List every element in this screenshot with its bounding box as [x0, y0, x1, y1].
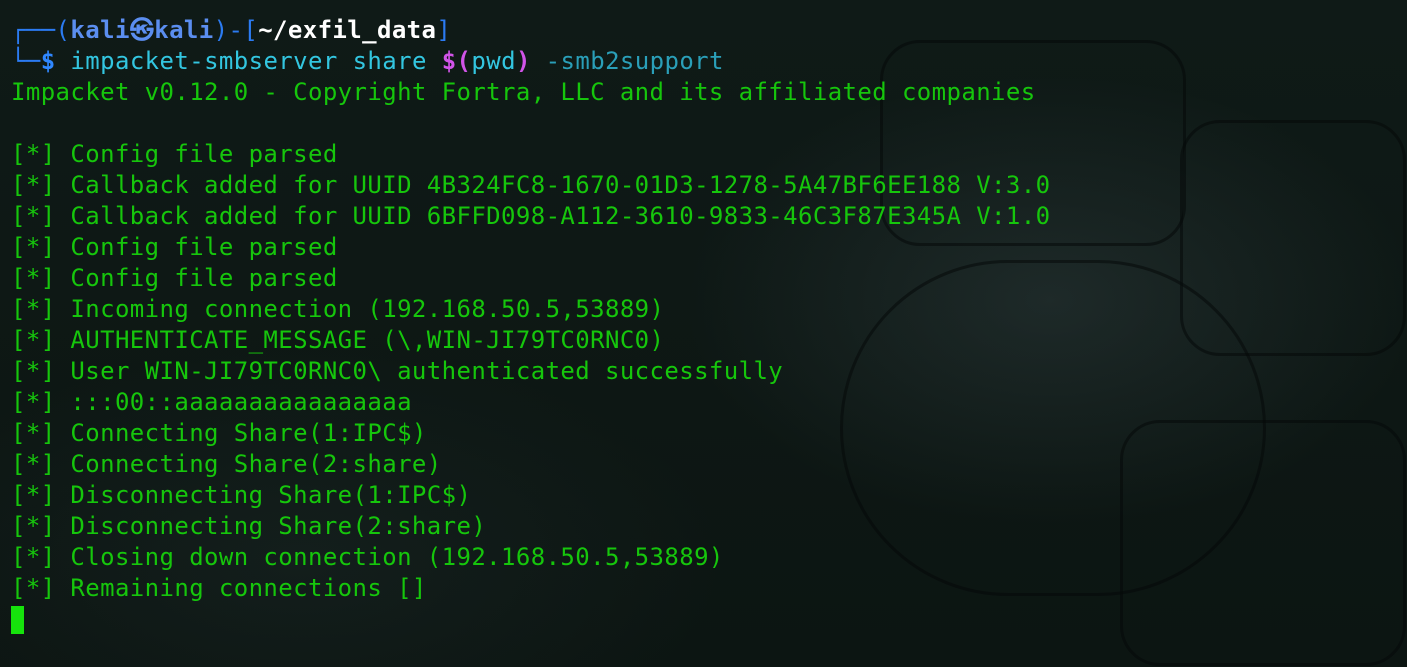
- prompt-bracket-end: ]: [436, 16, 452, 44]
- output-line: [*] Callback added for UUID 4B324FC8-167…: [11, 171, 1051, 199]
- output-line: [*] Incoming connection (192.168.50.5,53…: [11, 295, 665, 323]
- command-subshell-cmd: pwd: [471, 47, 516, 75]
- output-line: [*] AUTHENTICATE_MESSAGE (\,WIN-JI79TC0R…: [11, 326, 665, 354]
- prompt-cwd: ~/exfil_data: [258, 16, 437, 44]
- cursor-line[interactable]: [11, 604, 1401, 635]
- block-cursor-icon: [11, 606, 24, 634]
- command-subshell-close: ): [515, 47, 531, 75]
- prompt-dollar: $: [40, 47, 56, 75]
- prompt-bracket-mid: )-[: [213, 16, 259, 44]
- output-line: [*] Disconnecting Share(2:share): [11, 512, 487, 540]
- command-flag: -smb2support: [545, 47, 724, 75]
- prompt-user: kali: [70, 16, 130, 44]
- output-line: [*] Disconnecting Share(1:IPC$): [11, 481, 472, 509]
- prompt-box-top: ┌──(: [11, 16, 71, 44]
- output-banner: Impacket v0.12.0 - Copyright Fortra, LLC…: [11, 78, 1036, 106]
- output-line: [*] :::00::aaaaaaaaaaaaaaaa: [11, 388, 412, 416]
- command-subshell-open: $(: [441, 47, 472, 75]
- output-line: [*] Connecting Share(1:IPC$): [11, 419, 427, 447]
- output-line: [*] Callback added for UUID 6BFFD098-A11…: [11, 202, 1051, 230]
- output-line: [*] Remaining connections []: [11, 574, 427, 602]
- output-line: [*] Connecting Share(2:share): [11, 450, 442, 478]
- prompt-host: kali: [154, 16, 214, 44]
- output-line: [*] Config file parsed: [11, 233, 338, 261]
- output-blank-line: [11, 108, 1401, 139]
- command-binary: impacket-smbserver: [70, 47, 338, 75]
- command-arg-share: share: [352, 47, 427, 75]
- prompt-at-icon: ㉿: [129, 16, 155, 44]
- output-line: [*] Config file parsed: [11, 140, 338, 168]
- command-line: └─$ impacket-smbserver share $(pwd) -smb…: [11, 46, 1401, 77]
- prompt-box-bottom: └─: [11, 47, 41, 75]
- output-line: [*] Config file parsed: [11, 264, 338, 292]
- output-line: [*] User WIN-JI79TC0RNC0\ authenticated …: [11, 357, 784, 385]
- terminal-window[interactable]: ┌──(kali㉿kali)-[~/exfil_data] └─$ impack…: [11, 15, 1401, 655]
- prompt-header-line: ┌──(kali㉿kali)-[~/exfil_data]: [11, 15, 1401, 46]
- output-line: [*] Closing down connection (192.168.50.…: [11, 543, 724, 571]
